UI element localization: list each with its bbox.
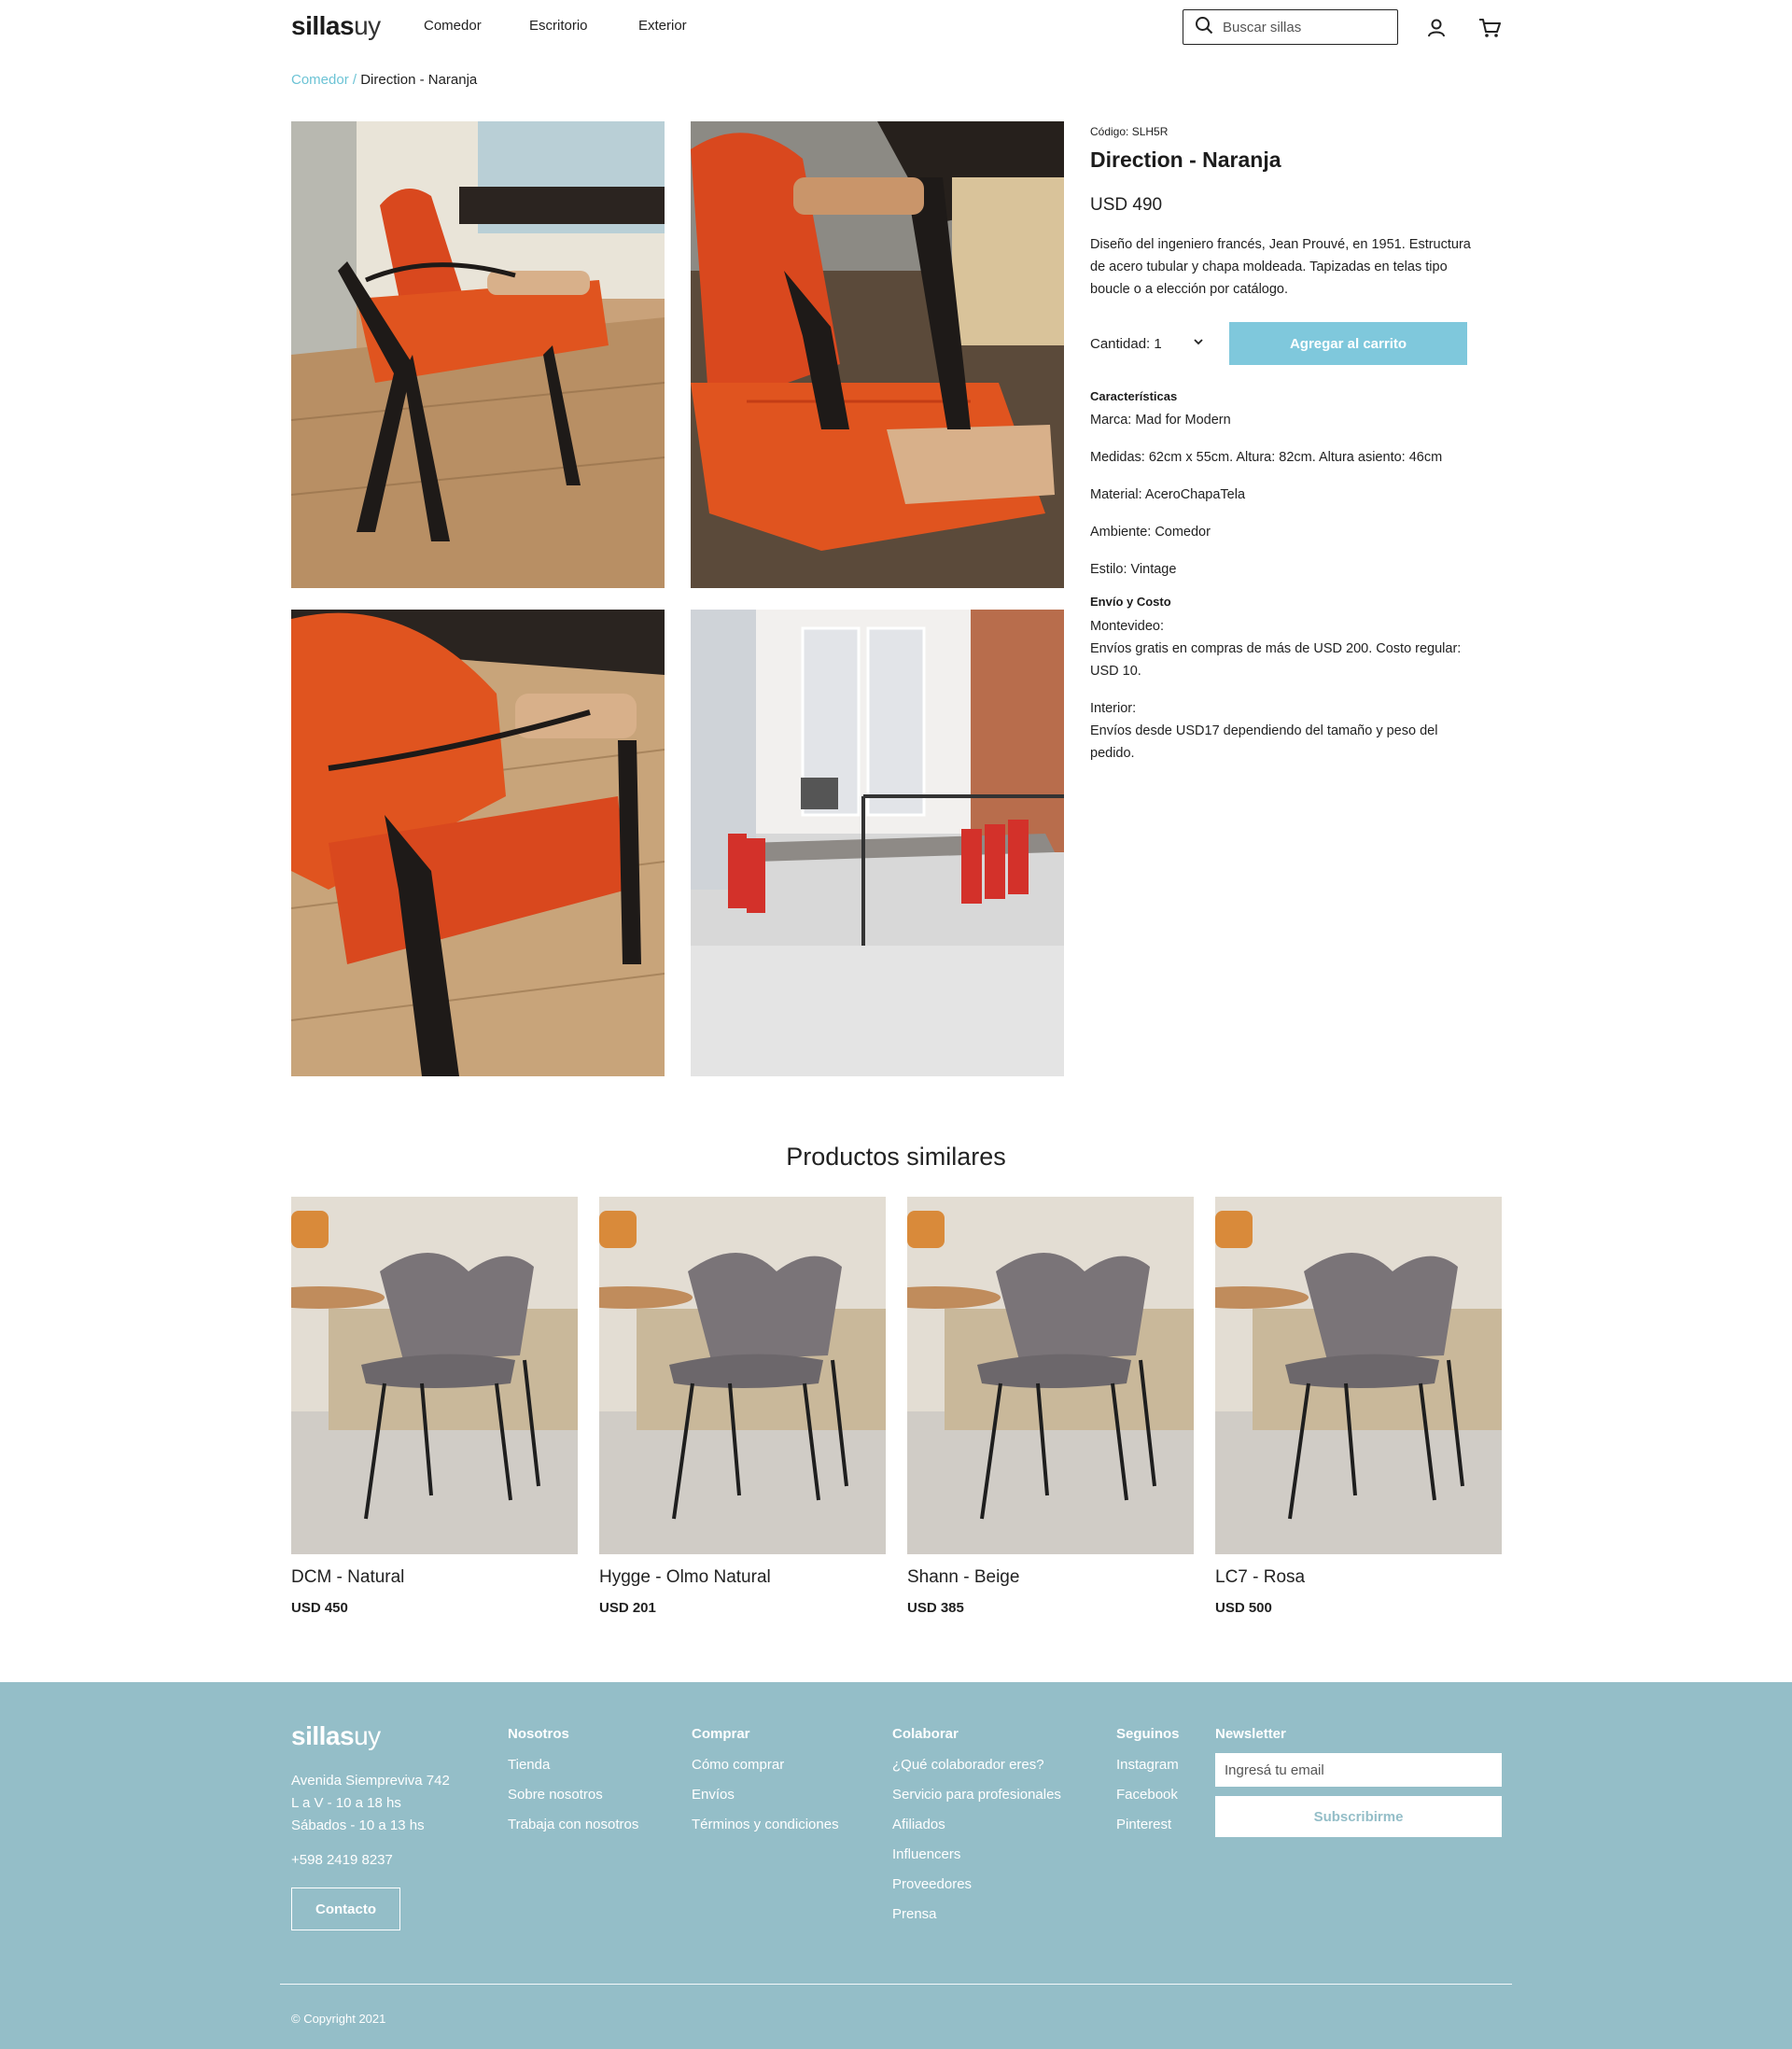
subscribe-button[interactable]: Subscribirme: [1215, 1796, 1502, 1837]
footer-link[interactable]: Sobre nosotros: [508, 1780, 638, 1810]
footer-col-seguinos: Seguinos Instagram Facebook Pinterest: [1116, 1726, 1180, 1840]
similar-product-name[interactable]: Shann - Beige: [907, 1567, 1194, 1588]
footer-col-newsletter: Newsletter: [1215, 1726, 1286, 1750]
footer-address-line: Avenida Siempreviva 742: [291, 1773, 450, 1789]
similar-product-name[interactable]: DCM - Natural: [291, 1567, 578, 1588]
similar-product-name[interactable]: Hygge - Olmo Natural: [599, 1567, 886, 1588]
feature-dimensions: Medidas: 62cm x 55cm. Altura: 82cm. Altu…: [1090, 450, 1443, 465]
similar-product-image[interactable]: [907, 1197, 1194, 1554]
shipping-montevideo-text: Envíos gratis en compras de más de USD 2…: [1090, 641, 1462, 679]
similar-product-price: USD 450: [291, 1600, 348, 1616]
breadcrumb-link-comedor[interactable]: Comedor: [291, 72, 349, 88]
similar-product-price: USD 201: [599, 1600, 656, 1616]
similar-product-price: USD 385: [907, 1600, 964, 1616]
newsletter-heading: Newsletter: [1215, 1726, 1286, 1742]
nav-exterior[interactable]: Exterior: [638, 18, 687, 34]
footer-address: Avenida Siempreviva 742 L a V - 10 a 18 …: [291, 1770, 450, 1837]
search-box[interactable]: [1183, 9, 1398, 45]
similar-product-card[interactable]: DCM - Natural USD 450: [291, 1197, 578, 1616]
similar-product-image[interactable]: [291, 1197, 578, 1554]
newsletter-email-input[interactable]: [1215, 1753, 1502, 1787]
breadcrumb-current: Direction - Naranja: [360, 72, 478, 88]
features-heading: Características: [1090, 389, 1178, 403]
footer-col-colaborar: Colaborar ¿Qué colaborador eres? Servici…: [892, 1726, 1061, 1930]
breadcrumb-separator: /: [348, 72, 361, 88]
footer-link[interactable]: Prensa: [892, 1900, 1061, 1930]
feature-room: Ambiente: Comedor: [1090, 525, 1211, 540]
site-header: sillasuy Comedor Escritorio Exterior: [0, 0, 1792, 56]
footer-hours-saturday: Sábados - 10 a 13 hs: [291, 1817, 425, 1833]
product-photo-2[interactable]: [691, 121, 1064, 588]
similar-product-price: USD 500: [1215, 1600, 1272, 1616]
footer-col-nosotros: Nosotros Tienda Sobre nosotros Trabaja c…: [508, 1726, 638, 1840]
shipping-interior: Interior: Envíos desde USD17 dependiendo…: [1090, 697, 1482, 765]
product-info: Código: SLH5R Direction - Naranja USD 49…: [1090, 125, 1482, 765]
quantity-label: Cantidad: 1: [1090, 335, 1162, 352]
footer-link-facebook[interactable]: Facebook: [1116, 1780, 1180, 1810]
feature-material: Material: AceroChapaTela: [1090, 487, 1246, 502]
search-input[interactable]: [1223, 19, 1381, 35]
shipping-montevideo-title: Montevideo:: [1090, 619, 1164, 634]
buy-row: Cantidad: 1 Agregar al carrito: [1090, 322, 1482, 365]
nav-escritorio[interactable]: Escritorio: [529, 18, 588, 34]
copyright: © Copyright 2021: [291, 2012, 386, 2026]
site-footer: sillasuy Avenida Siempreviva 742 L a V -…: [0, 1682, 1792, 2049]
footer-link[interactable]: Envíos: [692, 1780, 839, 1810]
footer-link[interactable]: ¿Qué colaborador eres?: [892, 1750, 1061, 1780]
similar-product-card[interactable]: LC7 - Rosa USD 500: [1215, 1197, 1502, 1616]
shipping-heading: Envío y Costo: [1090, 595, 1171, 609]
product-photo-3[interactable]: [291, 610, 665, 1076]
similar-product-image[interactable]: [599, 1197, 886, 1554]
footer-link[interactable]: Afiliados: [892, 1810, 1061, 1840]
nav-comedor[interactable]: Comedor: [424, 18, 482, 34]
footer-link[interactable]: Tienda: [508, 1750, 638, 1780]
footer-col-heading: Seguinos: [1116, 1726, 1180, 1742]
footer-link[interactable]: Cómo comprar: [692, 1750, 839, 1780]
shipping-interior-title: Interior:: [1090, 701, 1137, 716]
similar-products-title: Productos similares: [786, 1143, 1006, 1171]
footer-col-comprar: Comprar Cómo comprar Envíos Términos y c…: [692, 1726, 839, 1840]
site-logo[interactable]: sillasuy: [291, 11, 381, 41]
footer-link[interactable]: Servicio para profesionales: [892, 1780, 1061, 1810]
similar-product-image[interactable]: [1215, 1197, 1502, 1554]
footer-link-pinterest[interactable]: Pinterest: [1116, 1810, 1180, 1840]
feature-style: Estilo: Vintage: [1090, 562, 1177, 577]
footer-hours-weekdays: L a V - 10 a 18 hs: [291, 1795, 401, 1811]
similar-product-card[interactable]: Shann - Beige USD 385: [907, 1197, 1194, 1616]
footer-link[interactable]: Trabaja con nosotros: [508, 1810, 638, 1840]
product-price: USD 490: [1090, 195, 1163, 215]
footer-divider: [280, 1984, 1512, 1985]
product-title: Direction - Naranja: [1090, 147, 1281, 172]
footer-link[interactable]: Términos y condiciones: [692, 1810, 839, 1840]
product-photo-4[interactable]: [691, 610, 1064, 1076]
quantity-select[interactable]: Cantidad: 1: [1090, 322, 1211, 365]
product-code: Código: SLH5R: [1090, 125, 1169, 138]
cart-icon[interactable]: [1477, 15, 1503, 41]
feature-brand: Marca: Mad for Modern: [1090, 413, 1231, 428]
product-photo-1[interactable]: [291, 121, 665, 588]
footer-logo[interactable]: sillasuy: [291, 1721, 381, 1751]
shipping-interior-text: Envíos desde USD17 dependiendo del tamañ…: [1090, 723, 1438, 761]
contact-button[interactable]: Contacto: [291, 1888, 400, 1930]
search-icon[interactable]: [1195, 16, 1213, 39]
footer-link[interactable]: Influencers: [892, 1840, 1061, 1870]
add-to-cart-button[interactable]: Agregar al carrito: [1229, 322, 1467, 365]
footer-col-heading: Nosotros: [508, 1726, 569, 1742]
footer-col-heading: Colaborar: [892, 1726, 959, 1742]
similar-product-name[interactable]: LC7 - Rosa: [1215, 1567, 1502, 1588]
user-icon[interactable]: [1423, 15, 1449, 41]
footer-link-instagram[interactable]: Instagram: [1116, 1750, 1180, 1780]
footer-phone[interactable]: +598 2419 8237: [291, 1852, 393, 1868]
features-list: Marca: Mad for Modern Medidas: 62cm x 55…: [1090, 411, 1482, 591]
footer-link[interactable]: Proveedores: [892, 1870, 1061, 1900]
chevron-down-icon[interactable]: [1192, 335, 1205, 352]
shipping-montevideo: Montevideo: Envíos gratis en compras de …: [1090, 615, 1482, 682]
breadcrumb: Comedor / Direction - Naranja: [291, 72, 477, 88]
similar-product-card[interactable]: Hygge - Olmo Natural USD 201: [599, 1197, 886, 1616]
footer-col-heading: Comprar: [692, 1726, 750, 1742]
product-description: Diseño del ingeniero francés, Jean Prouv…: [1090, 237, 1471, 297]
